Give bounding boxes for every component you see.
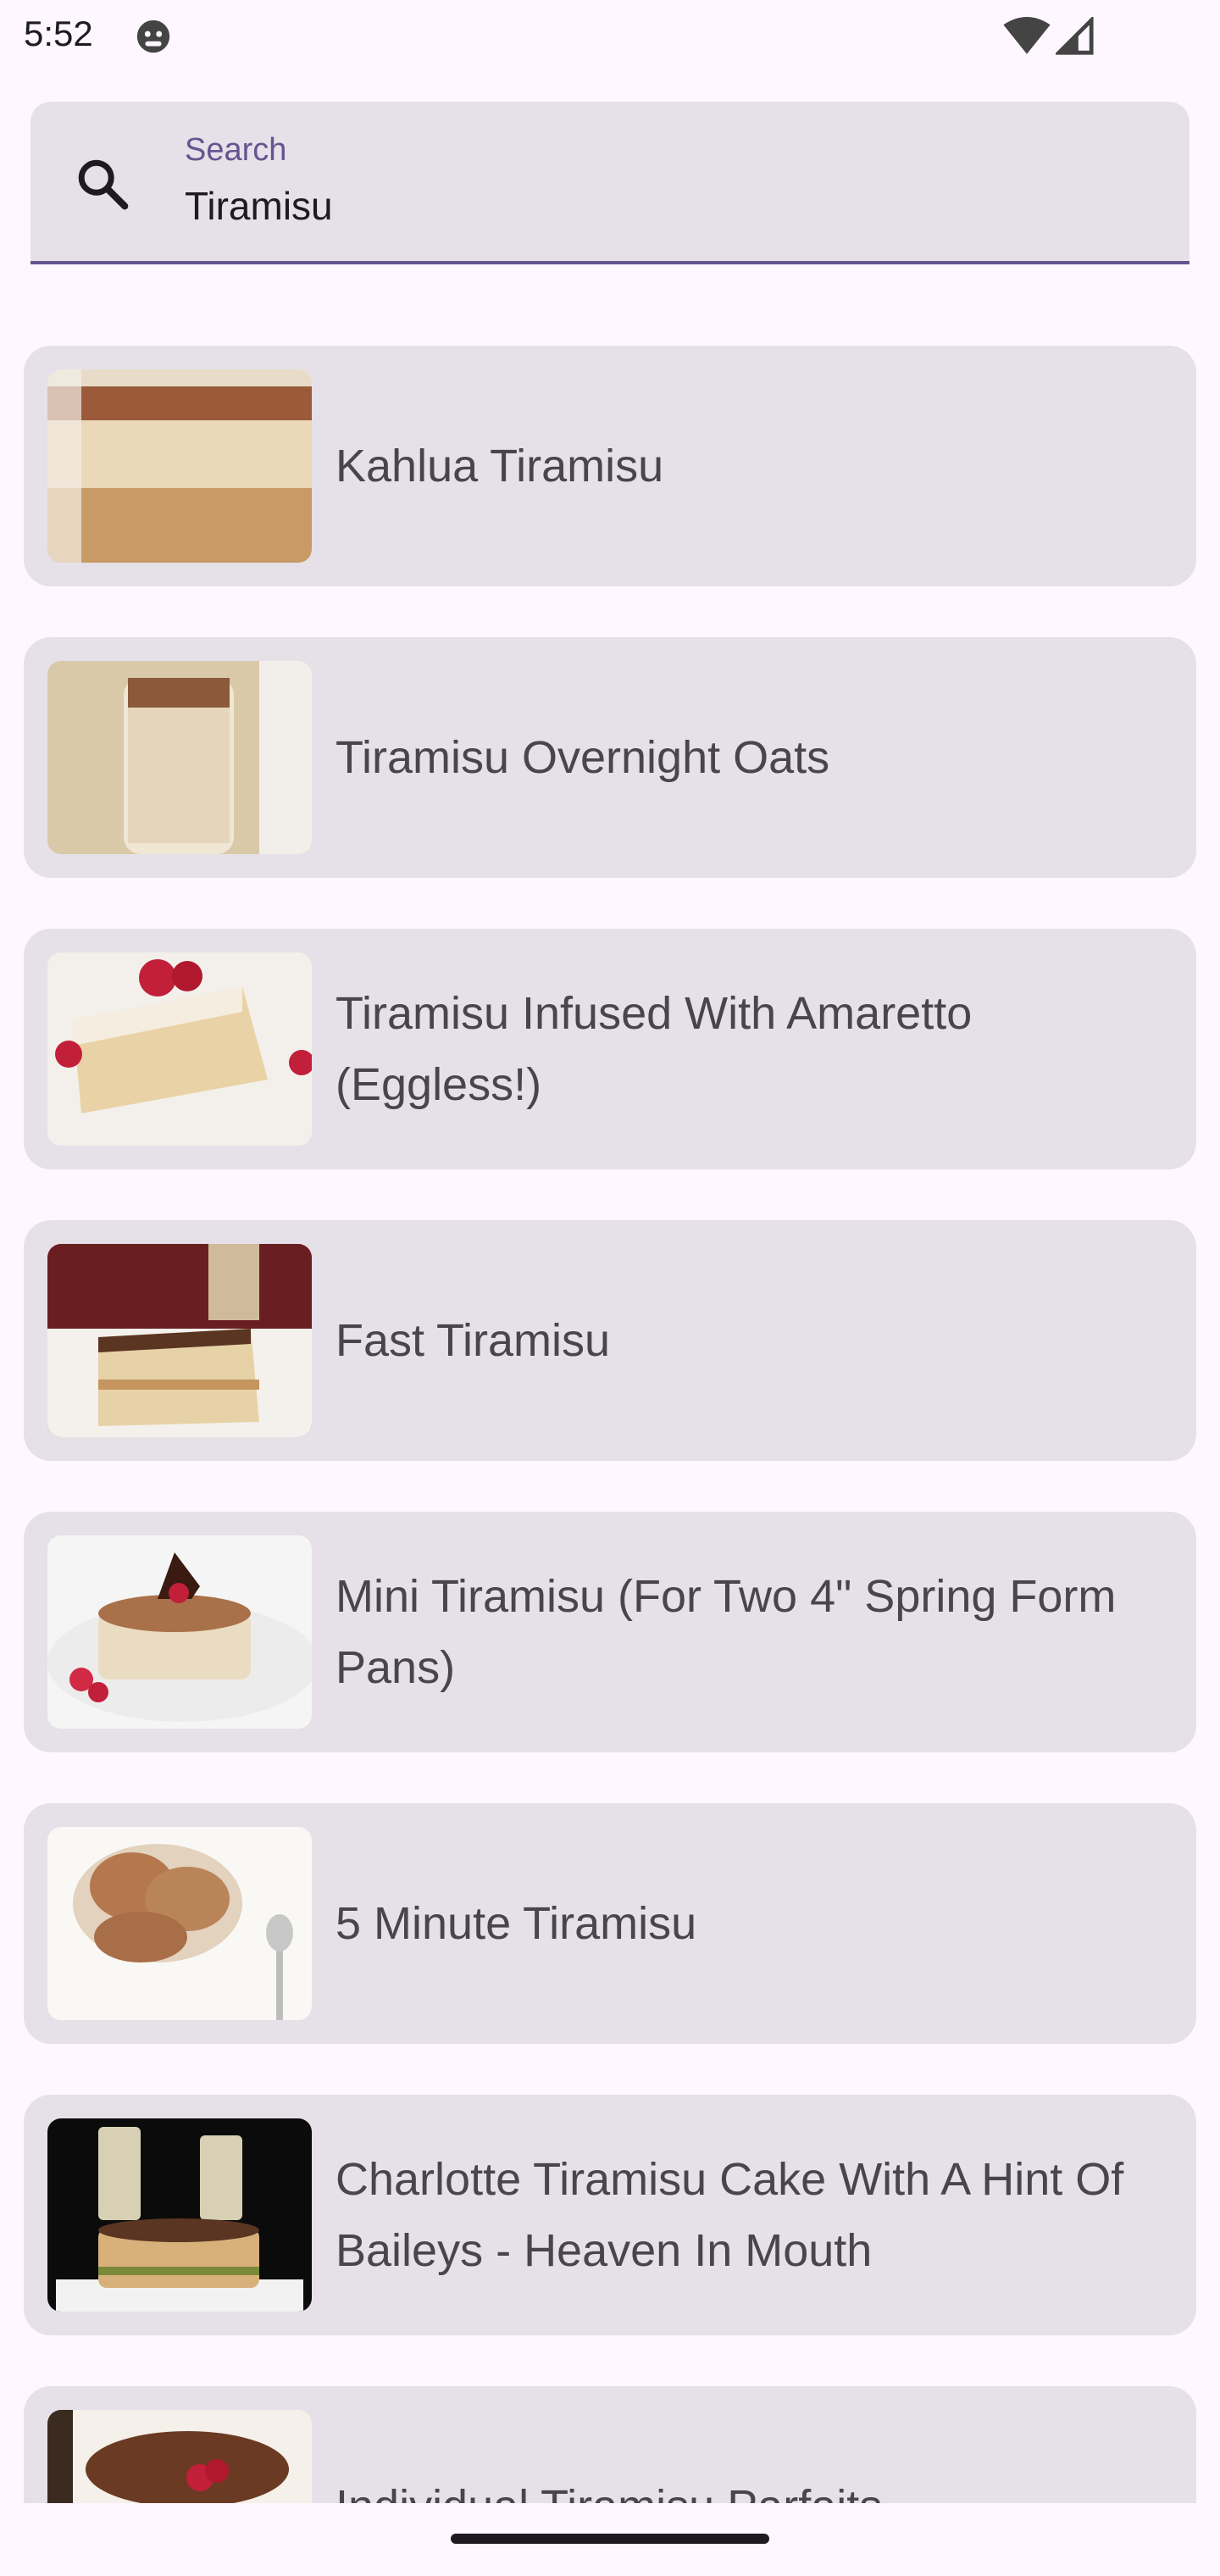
parfait-glass-photo [47,2410,312,2503]
search-label: Search [185,132,287,168]
signal-icon [1056,17,1094,55]
status-time: 5:52 [24,14,93,53]
status-bar: 5:52 [0,0,1220,75]
result-card[interactable]: Tiramisu Infused With Amaretto (Eggless!… [24,929,1196,1169]
result-title: Individual Tiramisu Parfaits [336,2471,1173,2503]
result-card[interactable]: Mini Tiramisu (For Two 4" Spring Form Pa… [24,1512,1196,1752]
result-card[interactable]: Fast Tiramisu [24,1220,1196,1461]
result-title: Charlotte Tiramisu Cake With A Hint Of B… [336,2154,1124,2276]
mini-tiramisu-photo [47,1535,312,1729]
result-card[interactable]: Charlotte Tiramisu Cake With A Hint Of B… [24,2095,1196,2335]
result-title: 5 Minute Tiramisu [336,1898,697,1949]
five-minute-tiramisu-glass-photo [47,1827,312,2020]
results-list[interactable]: Kahlua Tiramisu Tiramisu Overnight Oats [0,346,1220,2503]
result-title: Kahlua Tiramisu [336,441,664,491]
overnight-oats-jar-photo [47,661,312,854]
result-card[interactable]: 5 Minute Tiramisu [24,1803,1196,2044]
kahlua-tiramisu-photo [47,369,312,563]
wifi-icon [1003,17,1051,54]
result-card[interactable]: Kahlua Tiramisu [24,346,1196,586]
result-title: Mini Tiramisu (For Two 4" Spring Form Pa… [336,1571,1117,1693]
search-input[interactable]: Tiramisu [185,183,333,229]
result-title: Tiramisu Infused With Amaretto (Eggless!… [336,988,973,1110]
amaretto-tiramisu-slice-photo [47,952,312,1146]
result-card[interactable]: Tiramisu Overnight Oats [24,637,1196,878]
result-title: Fast Tiramisu [336,1315,611,1366]
result-card[interactable]: Individual Tiramisu Parfaits [24,2386,1196,2503]
result-title: Tiramisu Overnight Oats [336,732,830,783]
navigation-handle[interactable] [451,2534,769,2544]
fast-tiramisu-slice-photo [47,1244,312,1437]
search-icon[interactable] [73,154,132,214]
android-debug-icon [136,19,170,53]
charlotte-cake-photo [47,2118,312,2312]
search-field[interactable]: Search Tiramisu [30,102,1190,264]
